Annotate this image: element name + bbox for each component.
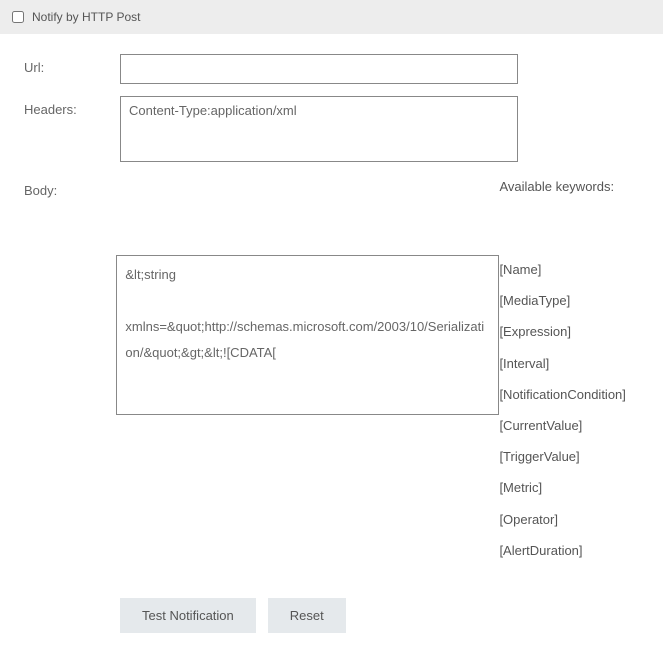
section-header: Notify by HTTP Post <box>0 0 663 34</box>
headers-row: Headers: <box>24 96 639 165</box>
keyword-item: [Operator] <box>499 504 639 535</box>
test-notification-button[interactable]: Test Notification <box>120 598 256 633</box>
keywords-heading: Available keywords: <box>499 177 639 254</box>
headers-label: Headers: <box>24 96 120 117</box>
keyword-item: [TriggerValue] <box>499 441 639 472</box>
keywords-list: [Name] [MediaType] [Expression] [Interva… <box>499 254 639 566</box>
url-row: Url: <box>24 54 639 84</box>
form-content: Url: Headers: Body: Available keywords: … <box>0 34 663 653</box>
keyword-item: [Interval] <box>499 348 639 379</box>
url-input[interactable] <box>120 54 518 84</box>
keyword-item: [NotificationCondition] <box>499 379 639 410</box>
keyword-item: [Name] <box>499 254 639 285</box>
body-textarea[interactable] <box>116 255 499 415</box>
notify-http-post-checkbox[interactable] <box>12 11 24 23</box>
url-label: Url: <box>24 54 120 75</box>
keywords-col: Available keywords: [Name] [MediaType] [… <box>499 177 639 566</box>
body-row: Body: Available keywords: [Name] [MediaT… <box>24 177 639 566</box>
keyword-item: [CurrentValue] <box>499 410 639 441</box>
notify-http-post-label: Notify by HTTP Post <box>32 10 140 24</box>
headers-textarea[interactable] <box>120 96 518 162</box>
keyword-item: [Metric] <box>499 472 639 503</box>
keyword-item: [MediaType] <box>499 285 639 316</box>
reset-button[interactable]: Reset <box>268 598 346 633</box>
body-label: Body: <box>24 177 116 198</box>
keyword-item: [Expression] <box>499 316 639 347</box>
buttons-row: Test Notification Reset <box>120 598 639 633</box>
keyword-item: [AlertDuration] <box>499 535 639 566</box>
